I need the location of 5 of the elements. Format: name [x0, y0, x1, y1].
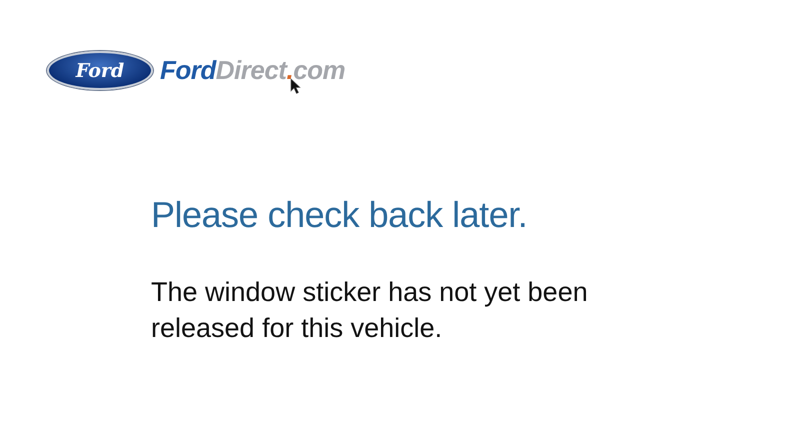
cursor-icon	[290, 78, 302, 95]
oval-logo: Ford	[47, 51, 153, 90]
message-text: The window sticker has not yet been released for this vehicle.	[151, 276, 589, 345]
heading: Please check back later.	[151, 194, 528, 236]
site-wordmark: FordDirect.com	[160, 55, 346, 85]
